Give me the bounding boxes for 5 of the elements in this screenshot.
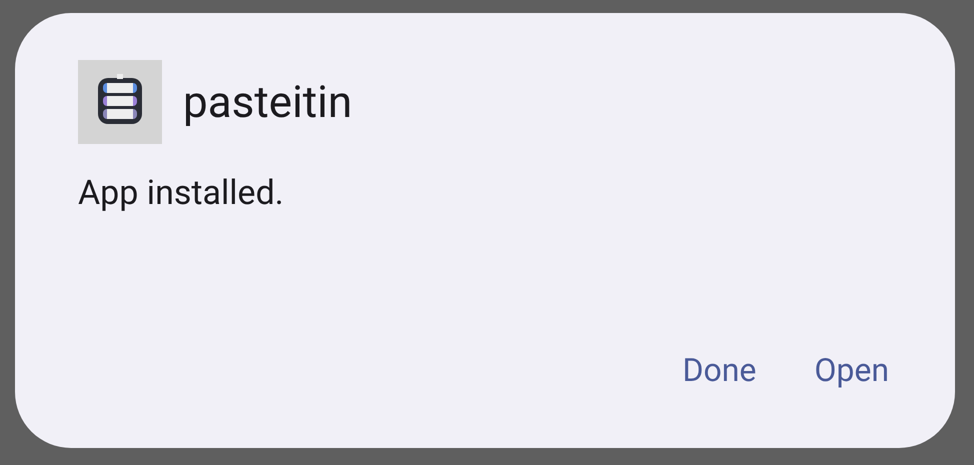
- status-message: App installed.: [78, 176, 285, 210]
- app-icon: [78, 60, 162, 144]
- app-name: pasteitin: [183, 80, 352, 124]
- dialog-button[interactable]: Done: [676, 350, 762, 390]
- dialog-button[interactable]: Open: [808, 350, 895, 390]
